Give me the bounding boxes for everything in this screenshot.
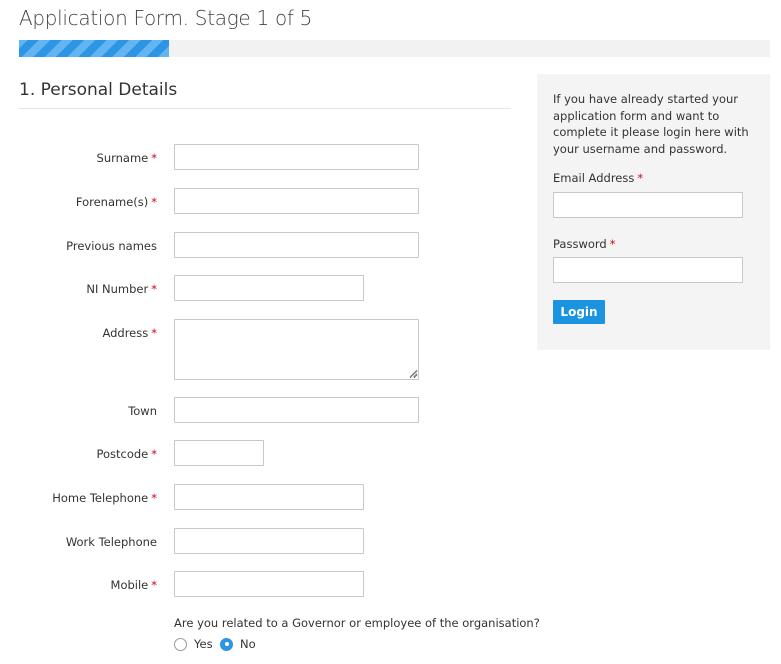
required-marker: *: [637, 171, 644, 185]
forenames-input[interactable]: [174, 188, 419, 214]
mobile-input[interactable]: [174, 571, 364, 597]
email-label-text: Email Address: [553, 171, 635, 185]
address-label: Address *: [102, 326, 157, 340]
required-marker: *: [609, 237, 616, 251]
required-marker: *: [151, 282, 157, 296]
surname-label-text: Surname: [96, 151, 149, 165]
postcode-input[interactable]: [174, 440, 264, 466]
surname-label: Surname *: [97, 151, 157, 165]
password-label-text: Password: [553, 237, 607, 251]
work-telephone-input[interactable]: [174, 528, 364, 554]
radio-yes-label[interactable]: Yes: [194, 637, 213, 651]
login-panel: If you have already started your applica…: [537, 74, 770, 350]
town-input[interactable]: [174, 397, 419, 423]
forenames-label-text: Forename(s): [75, 195, 149, 209]
password-label: Password *: [553, 237, 615, 251]
home-telephone-input[interactable]: [174, 484, 364, 510]
progress-bar-fill: [19, 40, 170, 57]
radio-no-button[interactable]: [220, 637, 233, 651]
required-marker: *: [151, 195, 157, 209]
previous-names-label-text: Previous names: [66, 239, 157, 253]
related-question-text: Are you related to a Governor or employe…: [174, 616, 540, 630]
postcode-label-text: Postcode: [96, 447, 149, 461]
radio-option-yes[interactable]: Yes: [174, 637, 213, 651]
radio-option-no[interactable]: No: [220, 637, 256, 651]
ni-number-input[interactable]: [174, 275, 364, 301]
radio-yes-button[interactable]: [174, 637, 187, 651]
previous-names-input[interactable]: [174, 232, 419, 258]
work-telephone-label: Work Telephone: [66, 535, 157, 549]
surname-input[interactable]: [174, 144, 419, 170]
radio-no-label[interactable]: No: [240, 637, 256, 651]
password-input[interactable]: [553, 257, 743, 283]
work-telephone-label-text: Work Telephone: [65, 535, 157, 549]
address-textarea[interactable]: [174, 319, 419, 380]
email-input[interactable]: [553, 192, 743, 218]
email-label: Email Address *: [553, 171, 643, 185]
required-marker: *: [151, 151, 157, 165]
section-divider: [19, 108, 511, 109]
required-marker: *: [151, 326, 157, 340]
ni-number-label: NI Number *: [86, 282, 157, 296]
section-title: 1. Personal Details: [19, 80, 178, 100]
login-intro-text: If you have already started your applica…: [553, 92, 749, 156]
required-marker: *: [151, 578, 157, 592]
home-telephone-label-text: Home Telephone: [52, 491, 149, 505]
postcode-label: Postcode *: [96, 447, 157, 461]
town-label: Town: [128, 404, 157, 418]
login-button[interactable]: Login: [553, 300, 605, 324]
previous-names-label: Previous names: [66, 239, 157, 253]
town-label-text: Town: [128, 404, 157, 418]
ni-number-label-text: NI Number: [86, 282, 149, 296]
required-marker: *: [151, 447, 157, 461]
forenames-label: Forename(s) *: [76, 195, 157, 209]
address-label-text: Address: [102, 326, 149, 340]
mobile-label-text: Mobile: [110, 578, 149, 592]
mobile-label: Mobile *: [111, 578, 157, 592]
home-telephone-label: Home Telephone *: [52, 491, 157, 505]
required-marker: *: [151, 491, 157, 505]
page-title: Application Form. Stage 1 of 5: [19, 6, 313, 30]
progress-bar: [19, 40, 770, 57]
